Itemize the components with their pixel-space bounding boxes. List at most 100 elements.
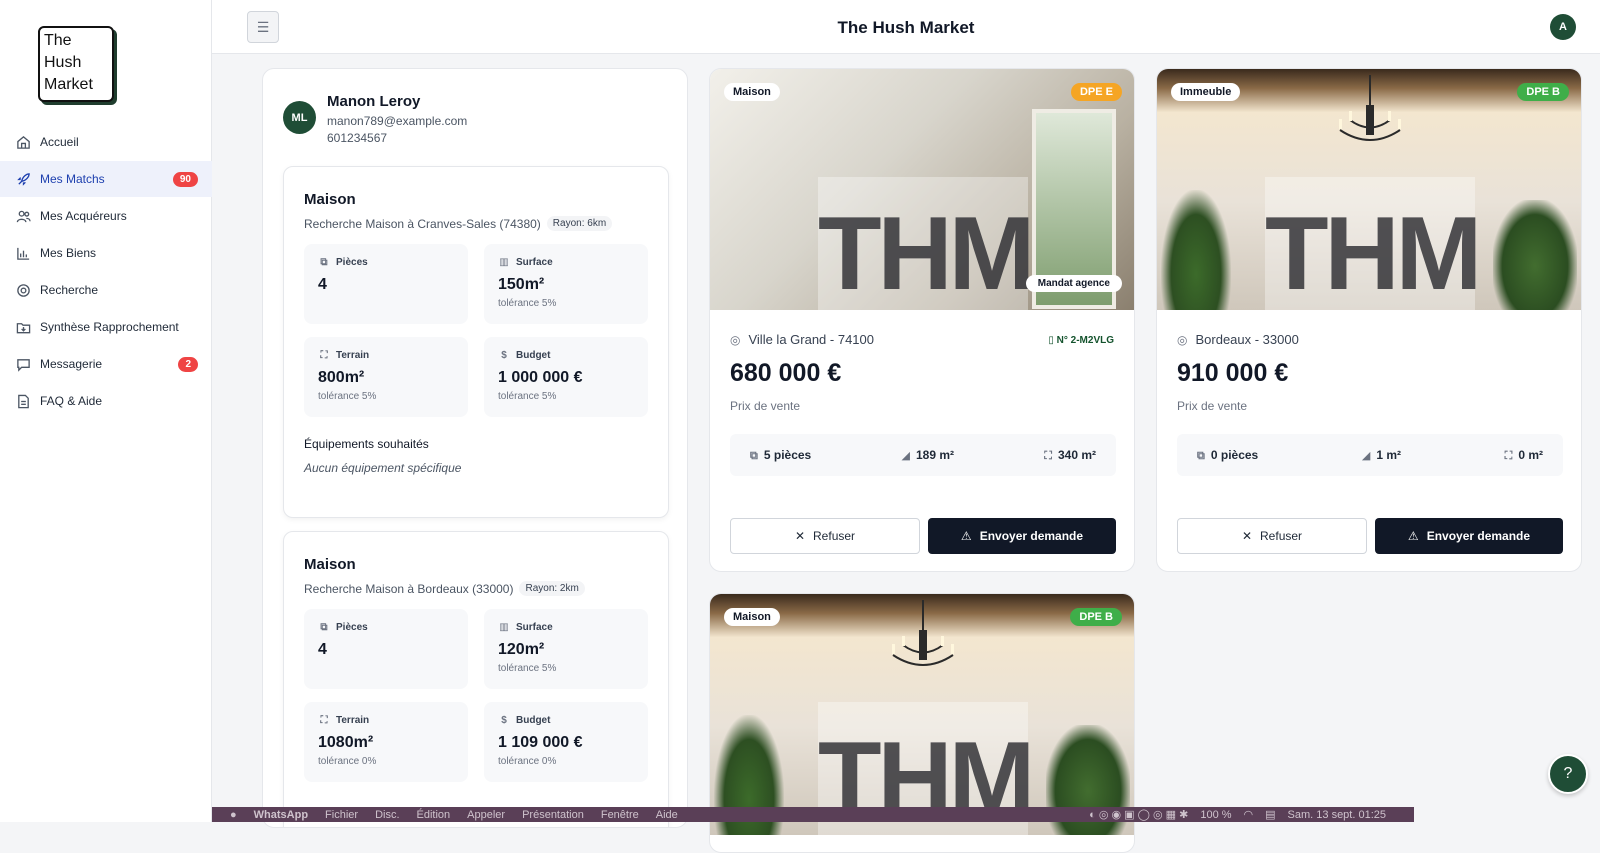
terrain-icon: ⛶ — [1504, 449, 1513, 462]
stat-value: 150m² — [498, 276, 545, 293]
stat-tolerance: tolérance 0% — [318, 756, 377, 767]
location-text: Ville la Grand - 74100 — [748, 332, 874, 347]
criteria-title: Maison — [304, 191, 356, 208]
stat-tolerance: tolérance 5% — [498, 391, 557, 402]
copy-icon: ⧉ — [1197, 449, 1205, 462]
sidebar-item-synthese[interactable]: Synthèse Rapprochement — [0, 309, 212, 345]
menubar-item[interactable]: Présentation — [522, 809, 584, 821]
sidebar-item-messagerie[interactable]: Messagerie 2 — [0, 346, 212, 382]
buyer-name: Manon Leroy — [327, 93, 421, 110]
stat-value: 800m² — [318, 369, 365, 386]
stat-value: 1080m² — [318, 734, 374, 751]
logo-text: The Hush Market — [44, 32, 93, 93]
stat-label: Surface — [516, 256, 553, 268]
stat-label: Pièces — [336, 621, 368, 633]
stat-value: 1 109 000 € — [498, 734, 583, 751]
topbar: ☰ The Hush Market A — [212, 0, 1600, 54]
menubar-item[interactable]: Disc. — [375, 809, 399, 821]
stat-label: Surface — [516, 621, 553, 633]
feature-surface: ◢ 1 m² — [1362, 448, 1401, 462]
help-button[interactable]: ? — [1548, 754, 1588, 794]
sidebar-item-mes-acquereurs[interactable]: Mes Acquéreurs — [0, 198, 212, 234]
property-card[interactable]: THM Maison DPE E Mandat agence ◎ Ville l… — [709, 68, 1135, 572]
building-chart-icon — [14, 244, 32, 262]
feature-text: 0 pièces — [1210, 447, 1259, 462]
criteria-card[interactable]: Maison Recherche Maison à Bordeaux (3300… — [283, 531, 669, 827]
clock[interactable]: Sam. 13 sept. 01:25 — [1288, 809, 1386, 821]
stat-value: 4 — [318, 641, 327, 658]
stat-value: 4 — [318, 276, 327, 293]
document-icon — [14, 392, 32, 410]
sidebar-item-label: Mes Biens — [40, 246, 97, 260]
property-photo[interactable]: THM Immeuble DPE B — [1157, 69, 1581, 310]
dpe-badge: DPE B — [1517, 83, 1569, 101]
send-request-button[interactable]: ⚠ Envoyer demande — [928, 518, 1116, 554]
page-title: The Hush Market — [837, 18, 975, 37]
menubar-item[interactable]: Fichier — [325, 809, 358, 821]
sidebar-item-recherche[interactable]: Recherche — [0, 272, 212, 308]
area-icon: ◢ — [901, 450, 910, 462]
stat-label: Terrain — [336, 349, 370, 361]
logo[interactable]: The Hush Market — [38, 26, 114, 102]
sidebar-item-label: Messagerie — [40, 357, 103, 371]
close-icon: ✕ — [1241, 529, 1253, 543]
document-icon: ▯ — [1048, 335, 1057, 346]
menubar-item[interactable]: Fenêtre — [601, 809, 639, 821]
criteria-search: Recherche Maison à Bordeaux (33000) Rayo… — [304, 581, 585, 596]
mandat-badge: Mandat agence — [1025, 275, 1122, 292]
battery-level[interactable]: 100 % — [1200, 809, 1231, 821]
location-text: Bordeaux - 33000 — [1195, 332, 1299, 347]
menubar-item[interactable]: Édition — [417, 809, 451, 821]
terrain-icon: ⛶ — [1044, 449, 1052, 462]
button-label: Refuser — [813, 529, 856, 543]
sidebar-item-label: Recherche — [40, 283, 99, 297]
user-avatar[interactable]: A — [1550, 14, 1576, 40]
macos-menubar: ● WhatsApp Fichier Disc. Édition Appeler… — [212, 807, 1414, 822]
watermark-text: THM — [818, 196, 1035, 310]
status-icons[interactable]: ◐ ◎ ◉ ▣ ◯ ◎ ▦ ✱ — [1089, 808, 1188, 821]
warning-icon: ⚠ — [1407, 529, 1419, 543]
button-label: Refuser — [1260, 529, 1303, 543]
refuse-button[interactable]: ✕ Refuser — [730, 518, 920, 554]
stat-terrain: ⛶ Terrain 800m² tolérance 5% — [304, 337, 468, 417]
sidebar-item-mes-matchs[interactable]: Mes Matchs 90 — [0, 161, 212, 197]
property-location: ◎ Ville la Grand - 74100 — [730, 332, 874, 347]
menubar-item-app[interactable]: WhatsApp — [254, 809, 308, 821]
stat-surface: ▥ Surface 150m² tolérance 5% — [484, 244, 648, 324]
send-request-button[interactable]: ⚠ Envoyer demande — [1375, 518, 1563, 554]
sidebar-item-accueil[interactable]: Accueil — [0, 124, 212, 160]
copy-icon: ⧉ — [320, 256, 328, 268]
property-type-badge: Maison — [724, 608, 780, 626]
sidebar-item-mes-biens[interactable]: Mes Biens — [0, 235, 212, 271]
property-type-badge: Maison — [724, 83, 780, 101]
property-card[interactable]: THM Immeuble DPE B ◎ Bordeaux - 33000 91… — [1156, 68, 1582, 572]
menubar-item[interactable]: Appeler — [467, 809, 505, 821]
wifi-icon[interactable]: ◠ — [1244, 808, 1254, 821]
stat-terrain: ⛶ Terrain 1080m² tolérance 0% — [304, 702, 468, 782]
property-photo[interactable]: THM Maison DPE E Mandat agence — [710, 69, 1134, 310]
property-features: ⧉ 0 pièces ◢ 1 m² ⛶ 0 m² — [1177, 434, 1563, 476]
copy-icon: ⧉ — [320, 621, 328, 633]
surface-icon: ▥ — [499, 621, 509, 633]
stat-value: 120m² — [498, 641, 545, 658]
question-icon: ? — [1563, 765, 1573, 782]
control-center-icon[interactable]: ▤ — [1265, 808, 1275, 821]
menubar-item[interactable]: Aide — [656, 809, 678, 821]
terrain-icon: ⛶ — [320, 714, 328, 726]
refuse-button[interactable]: ✕ Refuser — [1177, 518, 1367, 554]
dollar-icon: $ — [501, 349, 507, 361]
criteria-card[interactable]: Maison Recherche Maison à Cranves-Sales … — [283, 166, 669, 518]
property-features: ⧉ 5 pièces ◢ 189 m² ⛶ 340 m² — [730, 434, 1116, 476]
sidebar-item-faq[interactable]: FAQ & Aide — [0, 383, 212, 419]
property-photo[interactable]: THM Maison DPE B — [710, 594, 1134, 835]
apple-icon[interactable]: ● — [230, 809, 237, 821]
buyer-avatar: ML — [283, 101, 316, 134]
rocket-icon — [14, 170, 32, 188]
price-label: Prix de vente — [730, 399, 801, 413]
feature-pieces: ⧉ 0 pièces — [1197, 448, 1258, 463]
property-type-badge: Immeuble — [1171, 83, 1241, 101]
equipment-title: Équipements souhaités — [304, 437, 429, 451]
sidebar-item-label: Accueil — [40, 135, 79, 149]
stat-label: Pièces — [336, 256, 368, 268]
plant-illustration — [1161, 190, 1231, 310]
